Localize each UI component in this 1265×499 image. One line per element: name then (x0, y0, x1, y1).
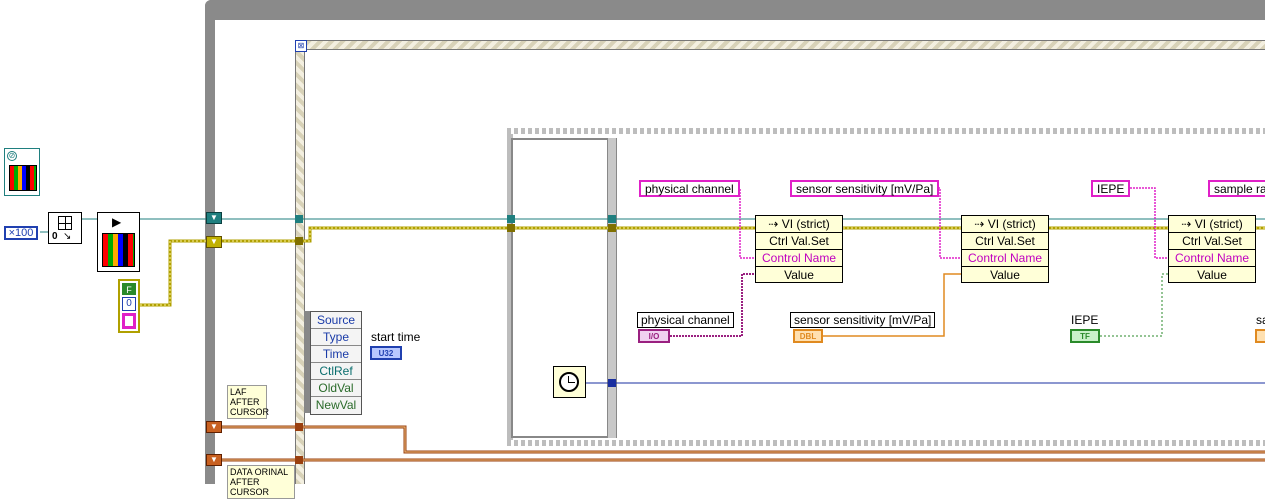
no-entry-icon: ⊘ (7, 151, 17, 161)
event-source[interactable]: Source (311, 312, 361, 329)
sample-rate-constant[interactable]: sample ra (1208, 180, 1265, 197)
yellow-tunnel-2 (507, 224, 515, 232)
sensor-sensitivity-constant[interactable]: sensor sensitivity [mV/Pa] (790, 180, 940, 197)
iepe-terminal[interactable]: TF (1070, 329, 1100, 343)
invoke-node-head: ⇢ VI (strict) (756, 216, 842, 233)
brown-tunnel-2 (295, 456, 303, 464)
bundle-icon[interactable]: 0 ↘ (48, 212, 82, 244)
invoke-node-3[interactable]: ⇢ VI (strict) Ctrl Val.Set Control Name … (1168, 215, 1256, 283)
invoke-arrow-icon: ⇢ (974, 217, 985, 231)
teal-tunnel-3 (608, 215, 616, 223)
brown-tunnel-1 (295, 423, 303, 431)
invoke-param-control-name[interactable]: Control Name (1169, 250, 1255, 267)
invoke-node-head: ⇢ VI (strict) (962, 216, 1048, 233)
data-orinal-label: DATA ORINAL AFTER CURSOR (227, 465, 295, 499)
iepe-label: IEPE (1071, 313, 1099, 327)
invoke-param-value[interactable]: Value (756, 267, 842, 284)
timer-icon[interactable] (553, 366, 586, 398)
invoke-node-1[interactable]: ⇢ VI (strict) Ctrl Val.Set Control Name … (755, 215, 843, 283)
grid-icon (58, 216, 72, 230)
invoke-node-head: ⇢ VI (strict) (1169, 216, 1255, 233)
physical-channel-constant[interactable]: physical channel (639, 180, 740, 197)
shift-register-yellow[interactable]: ▼ (206, 236, 222, 248)
shift-register-data[interactable]: ▼ (206, 454, 222, 466)
invoke-method: Ctrl Val.Set (756, 233, 842, 250)
sensor-sensitivity-terminal[interactable]: DBL (793, 329, 823, 343)
multiplier-constant[interactable]: ×100 (4, 226, 38, 240)
invoke-method: Ctrl Val.Set (1169, 233, 1255, 250)
cluster-constant[interactable]: F 0 (118, 279, 140, 333)
invoke-param-control-name[interactable]: Control Name (962, 250, 1048, 267)
bool-false[interactable]: F (122, 283, 136, 295)
teal-tunnel-1 (295, 215, 303, 223)
sensor-sensitivity-label: sensor sensitivity [mV/Pa] (790, 312, 936, 328)
zero-label: 0 (52, 231, 58, 242)
physical-channel-terminal[interactable]: I/O (638, 329, 670, 343)
event-data-items: Source Type Time CtlRef OldVal NewVal (310, 311, 362, 415)
invoke-arrow-icon: ⇢ (1181, 217, 1192, 231)
event-newval[interactable]: NewVal (311, 397, 361, 414)
event-ctlref[interactable]: CtlRef (311, 363, 361, 380)
shift-register-teal[interactable]: ▼ (206, 212, 222, 224)
run-vi-node[interactable]: ▶ (97, 212, 140, 272)
laf-label: LAF AFTER CURSOR (227, 385, 269, 419)
sample-rate-terminal[interactable] (1255, 329, 1265, 343)
shift-register-laf[interactable]: ▼ (206, 421, 222, 433)
invoke-param-control-name[interactable]: Control Name (756, 250, 842, 267)
invoke-arrow-icon: ⇢ (768, 217, 779, 231)
invoke-param-value[interactable]: Value (962, 267, 1048, 284)
iepe-constant[interactable]: IEPE (1091, 180, 1131, 197)
cursor-icon: ↘ (63, 231, 72, 242)
static-vi-reference-icon[interactable]: ⊘ (4, 148, 40, 196)
sample-rate-label: sa (1256, 313, 1265, 327)
event-oldval[interactable]: OldVal (311, 380, 361, 397)
physical-channel-label: physical channel (637, 312, 734, 328)
yellow-tunnel-3 (608, 224, 616, 232)
yellow-tunnel-1 (295, 237, 303, 245)
wire-layer (40, 187, 1265, 462)
event-type[interactable]: Type (311, 329, 361, 346)
invoke-node-2[interactable]: ⇢ VI (strict) Ctrl Val.Set Control Name … (961, 215, 1049, 283)
clock-face (559, 372, 579, 392)
teal-tunnel-2 (507, 215, 515, 223)
blue-tunnel (608, 379, 616, 387)
start-time-label: start time (371, 330, 421, 344)
string-element[interactable] (122, 313, 136, 329)
vi-icon (9, 165, 37, 191)
event-time[interactable]: Time (311, 346, 361, 363)
invoke-param-value[interactable]: Value (1169, 267, 1255, 284)
invoke-method: Ctrl Val.Set (962, 233, 1048, 250)
numeric-zero[interactable]: 0 (122, 297, 136, 311)
run-arrow-icon: ▶ (112, 215, 122, 229)
vi-icon (102, 233, 135, 267)
start-time-terminal[interactable]: U32 (370, 346, 402, 360)
